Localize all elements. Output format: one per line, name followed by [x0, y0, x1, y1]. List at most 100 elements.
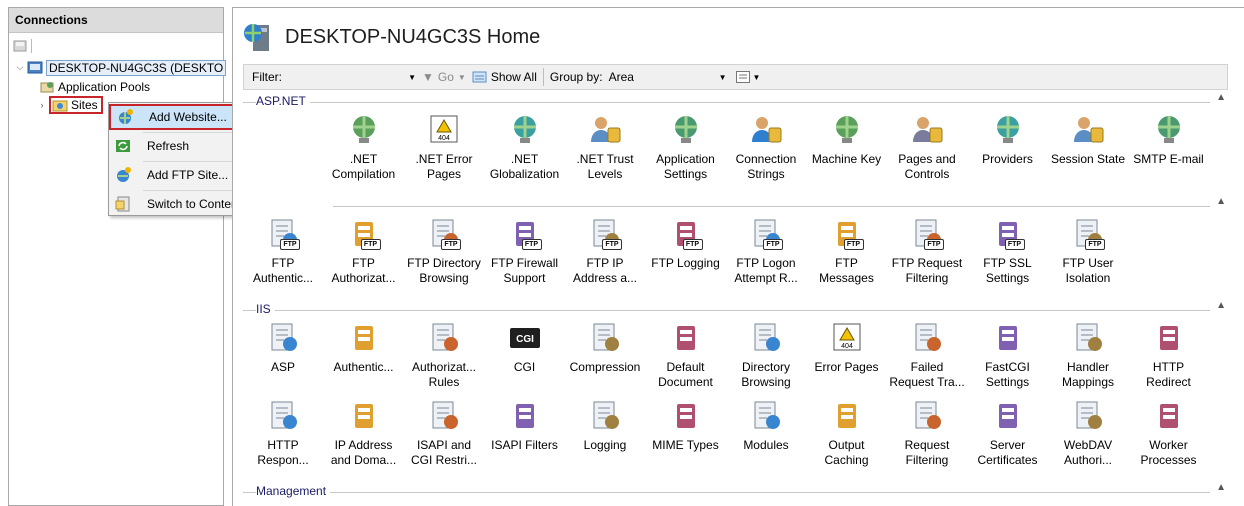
- feature-session-state[interactable]: Session State: [1048, 112, 1128, 167]
- feature-application-settings[interactable]: Application Settings: [646, 112, 726, 182]
- feature-server-certificates[interactable]: Server Certificates: [968, 398, 1048, 468]
- feature-fastcgi-settings[interactable]: FastCGI Settings: [968, 320, 1048, 390]
- tree-sites[interactable]: › Sites: [37, 95, 103, 114]
- feature-label: Machine Key: [811, 152, 882, 166]
- collapse-icon[interactable]: ⌵: [15, 62, 25, 73]
- feature-ftp-logging[interactable]: FTP FTP Logging: [646, 216, 726, 271]
- section-aspnet[interactable]: ASP.NET ▲: [243, 92, 1228, 110]
- feature-ftp-firewall-support[interactable]: FTP FTP Firewall Support: [485, 216, 565, 286]
- feature-handler-mappings[interactable]: Handler Mappings: [1048, 320, 1128, 390]
- ftp-logging-icon: FTP: [669, 216, 703, 250]
- collapse-caret-icon[interactable]: ▲: [1216, 300, 1226, 311]
- features-pane: DESKTOP-NU4GC3S Home Filter: ▼ ▼ Go ▼ Sh…: [232, 7, 1244, 506]
- feature-machine-key[interactable]: Machine Key: [807, 112, 887, 167]
- feature-net-globalization[interactable]: .NET Globalization: [485, 112, 565, 182]
- expand-icon[interactable]: ›: [37, 100, 47, 110]
- view-mode-icon[interactable]: [736, 71, 751, 83]
- feature-isapi-and-cgi-restri[interactable]: ISAPI and CGI Restri...: [404, 398, 484, 468]
- feature-directory-browsing[interactable]: Directory Browsing: [726, 320, 806, 390]
- server-icon: [27, 61, 43, 73]
- feature-label: FTP SSL Settings: [983, 256, 1032, 285]
- collapse-caret-icon[interactable]: ▲: [1216, 92, 1226, 103]
- save-connections-icon[interactable]: [13, 39, 27, 53]
- go-button[interactable]: Go: [438, 70, 454, 84]
- feature-label: IP Address and Doma...: [330, 438, 397, 467]
- show-all-button[interactable]: Show All: [491, 70, 537, 84]
- feature-ftp-directory-browsing[interactable]: FTP FTP Directory Browsing: [404, 216, 484, 286]
- svg-text:404: 404: [841, 343, 853, 350]
- net-compilation-icon: [347, 112, 381, 146]
- feature-providers[interactable]: Providers: [968, 112, 1048, 167]
- section-iis[interactable]: IIS ▲: [243, 300, 1228, 318]
- feature-mime-types[interactable]: MIME Types: [646, 398, 726, 453]
- feature-label: Application Settings: [656, 152, 715, 181]
- collapse-caret-icon[interactable]: ▲: [1216, 482, 1226, 493]
- ftp-badge: FTP: [924, 239, 944, 250]
- feature-label: FTP Messages: [819, 256, 874, 285]
- feature-ip-address-and-doma[interactable]: IP Address and Doma...: [324, 398, 404, 468]
- feature-ftp-ip-address-a[interactable]: FTP FTP IP Address a...: [565, 216, 645, 286]
- feature-net-trust-levels[interactable]: .NET Trust Levels: [565, 112, 645, 182]
- feature-label: Connection Strings: [735, 152, 797, 181]
- add-ftp-site-icon: [117, 167, 131, 182]
- feature-worker-processes[interactable]: Worker Processes: [1129, 398, 1209, 468]
- feature-net-error-pages[interactable]: 404 .NET Error Pages: [404, 112, 484, 182]
- feature-compression[interactable]: Compression: [565, 320, 645, 375]
- feature-smtp-e-mail[interactable]: SMTP E-mail: [1129, 112, 1209, 167]
- section-ftp[interactable]: ▲: [243, 196, 1228, 214]
- feature-ftp-ssl-settings[interactable]: FTP FTP SSL Settings: [968, 216, 1048, 286]
- ip-address-and-doma-icon: [347, 398, 381, 432]
- feature-ftp-authentic[interactable]: FTP FTP Authentic...: [243, 216, 323, 286]
- feature-cgi[interactable]: CGI CGI: [485, 320, 565, 375]
- feature-connection-strings[interactable]: Connection Strings: [726, 112, 806, 182]
- tree-server-node[interactable]: ⌵ DESKTOP-NU4GC3S (DESKTO: [15, 59, 227, 76]
- feature-pages-and-controls[interactable]: Pages and Controls: [887, 112, 967, 182]
- feature-authentic[interactable]: Authentic...: [324, 320, 404, 375]
- filter-dropdown-icon[interactable]: ▼: [408, 73, 416, 82]
- server-label: DESKTOP-NU4GC3S (DESKTO: [46, 59, 227, 76]
- feature-logging[interactable]: Logging: [565, 398, 645, 453]
- feature-ftp-logon-attempt-r[interactable]: FTP FTP Logon Attempt R...: [726, 216, 806, 286]
- connections-pane: Connections ⌵ DESKTOP-NU4GC3S (DESKTO Ap…: [8, 7, 227, 506]
- go-dropdown-icon[interactable]: ▼: [458, 73, 466, 82]
- section-management[interactable]: Management ▲: [243, 482, 1228, 500]
- feature-webdav-authori[interactable]: WebDAV Authori...: [1048, 398, 1128, 468]
- feature-output-caching[interactable]: Output Caching: [807, 398, 887, 468]
- feature-label: FTP User Isolation: [1062, 256, 1114, 285]
- feature-net-compilation[interactable]: .NET Compilation: [324, 112, 404, 182]
- feature-label: Providers: [982, 152, 1033, 166]
- feature-ftp-user-isolation[interactable]: FTP FTP User Isolation: [1048, 216, 1128, 286]
- feature-http-respon[interactable]: HTTP Respon...: [243, 398, 323, 468]
- feature-modules[interactable]: Modules: [726, 398, 806, 453]
- filter-input[interactable]: ▼: [286, 68, 416, 86]
- isapi-and-cgi-restri-icon: [427, 398, 461, 432]
- feature-ftp-request-filtering[interactable]: FTP FTP Request Filtering: [887, 216, 967, 286]
- toolbar-divider: [542, 68, 544, 86]
- connection-strings-icon: [749, 112, 783, 146]
- funnel-icon[interactable]: ▼: [422, 70, 434, 84]
- feature-label: FTP Directory Browsing: [407, 256, 481, 285]
- view-mode-dropdown-icon[interactable]: ▼: [752, 73, 760, 82]
- ftp-badge: FTP: [521, 239, 542, 250]
- feature-asp[interactable]: ASP: [243, 320, 323, 375]
- smtp-e-mail-icon: [1152, 112, 1186, 146]
- feature-label: Handler Mappings: [1061, 360, 1115, 389]
- net-globalization-icon: [508, 112, 542, 146]
- feature-request-filtering[interactable]: Request Filtering: [887, 398, 967, 468]
- feature-http-redirect[interactable]: HTTP Redirect: [1129, 320, 1209, 390]
- feature-default-document[interactable]: Default Document: [646, 320, 726, 390]
- feature-authorizat-rules[interactable]: Authorizat... Rules: [404, 320, 484, 390]
- collapse-caret-icon[interactable]: ▲: [1216, 196, 1226, 207]
- show-all-icon[interactable]: [472, 70, 488, 84]
- tree-app-pools[interactable]: Application Pools: [39, 78, 150, 95]
- sites-label: Sites: [71, 97, 98, 112]
- feature-failed-request-tra[interactable]: Failed Request Tra...: [887, 320, 967, 390]
- feature-error-pages[interactable]: 404 Error Pages: [807, 320, 887, 375]
- feature-ftp-authorizat[interactable]: FTP FTP Authorizat...: [324, 216, 404, 286]
- feature-label: ISAPI and CGI Restri...: [410, 438, 477, 467]
- group-by-dropdown-icon[interactable]: ▼: [719, 73, 727, 82]
- group-by-select[interactable]: Area: [609, 70, 719, 84]
- feature-ftp-messages[interactable]: FTP FTP Messages: [807, 216, 887, 286]
- feature-label: Session State: [1050, 152, 1126, 166]
- feature-isapi-filters[interactable]: ISAPI Filters: [485, 398, 565, 453]
